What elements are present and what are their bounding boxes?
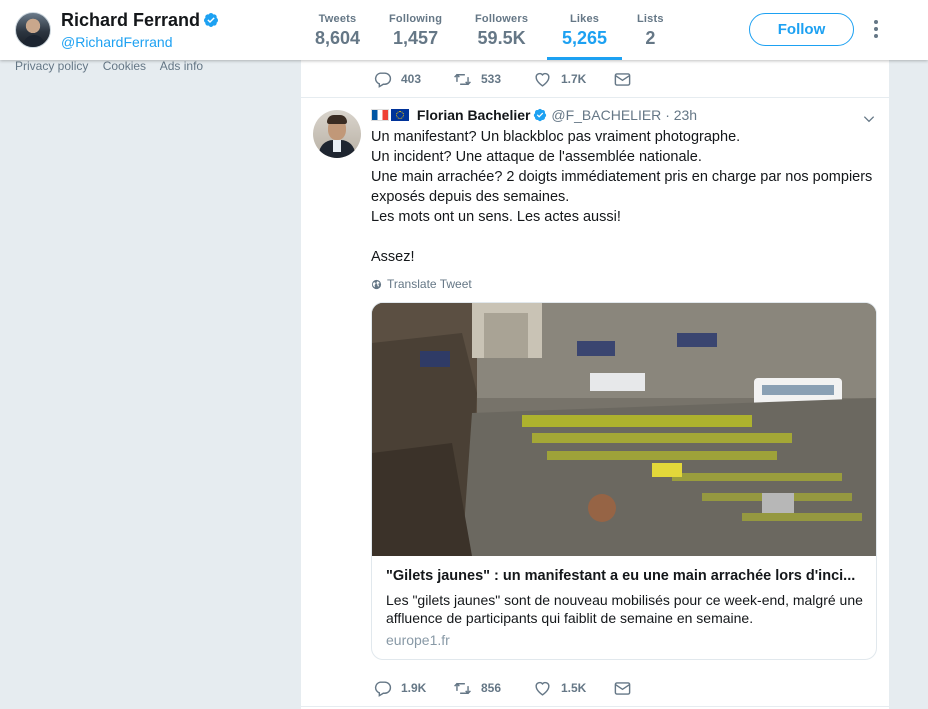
- tweet-actions: 1.9K 856 1.5K: [373, 678, 641, 698]
- verified-badge-icon: [534, 108, 547, 122]
- stat-followers[interactable]: Followers 59.5K: [475, 13, 528, 49]
- france-flag-icon: [371, 109, 389, 121]
- link-card[interactable]: "Gilets jaunes" : un manifestant a eu un…: [371, 302, 877, 660]
- reply-icon: [374, 71, 392, 88]
- tweet-author-handle[interactable]: @F_BACHELIER: [551, 107, 661, 123]
- retweet-icon: [454, 73, 471, 85]
- card-domain: europe1.fr: [386, 632, 450, 648]
- tweet-text-line: Les mots ont un sens. Les actes aussi!: [371, 209, 621, 225]
- like-action[interactable]: 1.5K: [533, 679, 613, 698]
- eu-flag-icon: [391, 109, 409, 121]
- like-count: 1.5K: [561, 681, 587, 695]
- dm-action[interactable]: [613, 679, 641, 698]
- tweet-divider: [301, 706, 889, 707]
- dm-action[interactable]: [613, 70, 641, 89]
- globe-icon: [371, 279, 382, 289]
- envelope-icon: [614, 72, 631, 86]
- retweet-count: 533: [481, 72, 502, 86]
- profile-header-bar: Richard Ferrand @RichardFerrand Tweets 8…: [0, 0, 928, 60]
- card-description: Les "gilets jaunes" sont de nouveau mobi…: [386, 592, 863, 626]
- translate-tweet-label: Translate Tweet: [387, 277, 472, 291]
- profile-avatar[interactable]: [15, 12, 51, 48]
- stat-label: Tweets: [318, 13, 357, 25]
- stat-value: 8,604: [315, 28, 361, 48]
- like-count: 1.7K: [561, 72, 587, 86]
- like-action[interactable]: 1.7K: [533, 70, 613, 89]
- stat-lists[interactable]: Lists 2: [637, 13, 664, 49]
- tweet-text-line: Un manifestant? Un blackbloc pas vraimen…: [371, 129, 741, 145]
- footer-links: Privacy policy Cookies Ads info: [15, 59, 214, 73]
- stat-likes[interactable]: Likes 5,265: [546, 13, 623, 60]
- protest-photo: [372, 303, 876, 556]
- tweet-text-line: Une main arrachée? 2 doigts immédiatemen…: [371, 169, 873, 205]
- envelope-icon: [614, 681, 631, 695]
- reply-action[interactable]: 403: [373, 70, 453, 89]
- reply-count: 1.9K: [401, 681, 427, 695]
- stat-label: Following: [389, 13, 443, 25]
- retweet-action[interactable]: 856: [453, 679, 533, 698]
- tweet-author-name[interactable]: Florian Bachelier: [417, 107, 531, 123]
- stat-following[interactable]: Following 1,457: [389, 13, 442, 49]
- more-options-icon[interactable]: [868, 20, 884, 40]
- reply-count: 403: [401, 72, 422, 86]
- profile-name-text: Richard Ferrand: [61, 10, 201, 30]
- tweet-divider: [301, 97, 889, 98]
- retweet-icon: [454, 682, 471, 694]
- profile-handle[interactable]: @RichardFerrand: [61, 34, 172, 50]
- cookies-link[interactable]: Cookies: [103, 59, 146, 73]
- profile-name[interactable]: Richard Ferrand: [61, 10, 219, 31]
- previous-tweet-actions: 403 533 1.7K: [373, 69, 641, 89]
- chevron-down-icon[interactable]: [862, 112, 876, 126]
- stat-value: 59.5K: [477, 28, 526, 48]
- heart-icon: [535, 681, 550, 696]
- ads-info-link[interactable]: Ads info: [160, 59, 203, 73]
- tweet-author-avatar[interactable]: [313, 110, 361, 158]
- retweet-count: 856: [481, 681, 502, 695]
- tweet-text-blank-line: [371, 227, 876, 247]
- translate-tweet-link[interactable]: Translate Tweet: [371, 277, 472, 291]
- card-image: [372, 303, 876, 556]
- tweet-header: Florian Bachelier @F_BACHELIER · 23h: [371, 107, 697, 123]
- stat-label: Followers: [475, 13, 529, 25]
- tweet-timestamp[interactable]: · 23h: [665, 107, 697, 123]
- reply-icon: [374, 680, 392, 697]
- stat-value: 1,457: [393, 28, 439, 48]
- stat-tweets[interactable]: Tweets 8,604: [315, 13, 360, 49]
- card-title: "Gilets jaunes" : un manifestant a eu un…: [386, 568, 856, 584]
- follow-button[interactable]: Follow: [749, 13, 854, 46]
- heart-icon: [535, 72, 550, 87]
- timeline: 403 533 1.7K Florian Bachelier @F_BACHEL…: [301, 60, 889, 709]
- tweet-text-line: Assez!: [371, 249, 415, 265]
- privacy-policy-link[interactable]: Privacy policy: [15, 59, 88, 73]
- verified-badge-icon: [204, 13, 219, 27]
- reply-action[interactable]: 1.9K: [373, 679, 453, 698]
- stat-label: Likes: [569, 13, 600, 25]
- retweet-action[interactable]: 533: [453, 70, 533, 89]
- stat-label: Lists: [637, 13, 664, 25]
- tweet-text: Un manifestant? Un blackbloc pas vraimen…: [371, 127, 876, 267]
- stat-value: 2: [645, 28, 656, 48]
- tweet-text-line: Un incident? Une attaque de l'assemblée …: [371, 149, 702, 165]
- stat-value: 5,265: [562, 28, 608, 48]
